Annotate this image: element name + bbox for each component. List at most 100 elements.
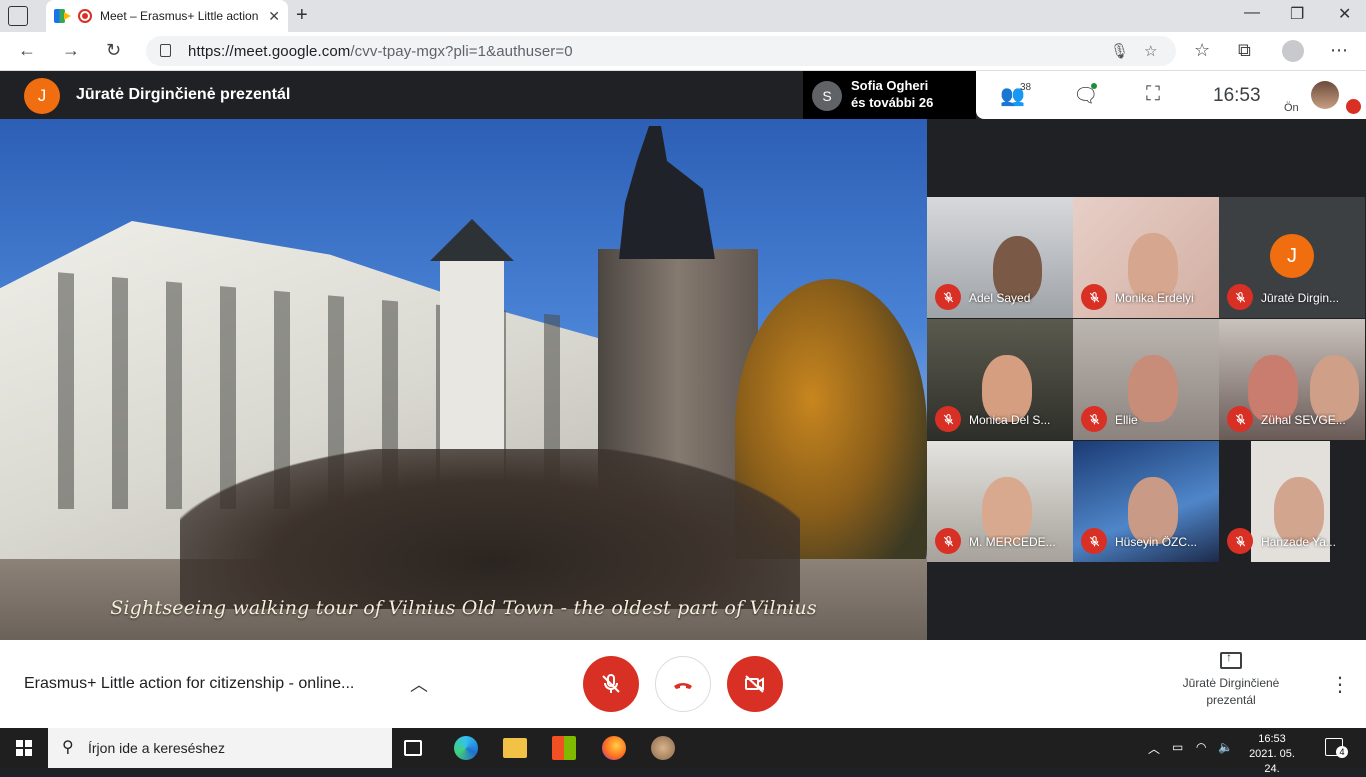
- meet-clock: 16:53: [1213, 85, 1261, 106]
- participant-name: M. MERCEDE...: [969, 535, 1056, 549]
- more-options-icon[interactable]: ⋮: [1330, 672, 1350, 697]
- participant-video: [982, 355, 1033, 422]
- participant-name: Jūratė Dirgin...: [1261, 291, 1340, 305]
- hang-up-icon: [674, 683, 692, 689]
- url-text[interactable]: https://meet.google.com/cvv-tpay-mgx?pli…: [188, 43, 573, 60]
- participant-tile[interactable]: Hanzade Ya...: [1219, 441, 1365, 562]
- muted-mic-icon: [935, 528, 961, 554]
- tab-actions-icon[interactable]: [8, 6, 28, 26]
- browser-menu-icon[interactable]: ⋯: [1330, 40, 1348, 61]
- participant-avatar: J: [1270, 234, 1314, 278]
- wifi-icon[interactable]: ◠: [1196, 740, 1206, 754]
- presentation-status[interactable]: Jūratė Dirginčienė prezentál: [1170, 650, 1292, 709]
- participant-tile[interactable]: Monika Erdelyi: [1073, 197, 1219, 318]
- store-icon[interactable]: [552, 736, 576, 760]
- muted-mic-icon: [935, 284, 961, 310]
- equestrian-statue: [619, 126, 715, 259]
- participant-video: [1274, 477, 1325, 544]
- firefox-icon[interactable]: [602, 736, 626, 760]
- notification-count: 4: [1336, 746, 1348, 758]
- back-arrow-icon[interactable]: ←: [18, 40, 36, 61]
- volume-icon[interactable]: 🔈: [1218, 740, 1233, 754]
- muted-mic-icon: [1227, 528, 1253, 554]
- participant-tile[interactable]: Monica Del S...: [927, 319, 1073, 440]
- google-meet-icon: [54, 9, 71, 23]
- participant-video: [1128, 355, 1179, 422]
- meeting-title[interactable]: Erasmus+ Little action for citizenship -…: [24, 675, 354, 693]
- presenting-title: Jūratė Dirginčienė prezentál: [76, 86, 291, 103]
- active-speaker-box[interactable]: S Sofia Ogheri és további 26: [803, 71, 976, 119]
- people-count: 38: [1020, 82, 1032, 93]
- camera-off-button[interactable]: [727, 656, 783, 712]
- participant-tile[interactable]: Adel Sayed: [927, 197, 1073, 318]
- speaker-name: Sofia Ogheri és további 26: [851, 78, 934, 110]
- participant-video: [1248, 355, 1298, 422]
- tab-close-icon[interactable]: ✕: [268, 8, 280, 25]
- collections-icon[interactable]: ⧉: [1238, 40, 1251, 61]
- participant-tile[interactable]: M. MERCEDE...: [927, 441, 1073, 562]
- meet-top-bar: J Jūratė Dirginčienė prezentál S Sofia O…: [0, 71, 1366, 119]
- participant-name: Hanzade Ya...: [1261, 535, 1336, 549]
- favorites-icon[interactable]: ☆: [1194, 40, 1210, 61]
- participant-name: Zühal SEVGE...: [1261, 413, 1346, 427]
- windows-start-icon[interactable]: [16, 740, 32, 756]
- participant-video: [1128, 477, 1179, 544]
- profile-avatar[interactable]: [1282, 40, 1304, 62]
- participant-video: [1309, 355, 1360, 422]
- forward-arrow-icon[interactable]: →: [62, 40, 80, 61]
- search-placeholder: Írjon ide a kereséshez: [88, 740, 225, 756]
- tab-title: Meet – Erasmus+ Little action for citize…: [100, 9, 260, 23]
- address-bar: ← → ↻ https://meet.google.com/cvv-tpay-m…: [0, 32, 1366, 71]
- group-of-people: [180, 449, 800, 609]
- reload-icon[interactable]: ↻: [106, 40, 121, 61]
- meet-tools-panel: 👥 38 🗨 ⛶ 16:53 Ön: [976, 71, 1366, 119]
- chat-notification-dot: [1091, 83, 1097, 89]
- self-video-thumbnail[interactable]: [1311, 81, 1339, 109]
- participant-name: Hüseyin ÖZC...: [1115, 535, 1198, 549]
- file-explorer-icon[interactable]: [503, 738, 527, 758]
- slide-caption: Sightseeing walking tour of Vilnius Old …: [110, 597, 817, 619]
- minimize-button[interactable]: —: [1244, 4, 1260, 22]
- taskbar-search[interactable]: ⚲ Írjon ide a kereséshez: [48, 728, 392, 768]
- present-screen-icon: [1220, 650, 1242, 669]
- activities-icon[interactable]: ⛶: [1146, 83, 1160, 106]
- maximize-button[interactable]: ❐: [1290, 4, 1304, 24]
- microphone-icon[interactable]: 🎙: [1110, 42, 1129, 60]
- participant-video: [1128, 233, 1179, 300]
- participant-tile[interactable]: J Jūratė Dirgin...: [1219, 197, 1365, 318]
- edge-browser-icon[interactable]: [454, 736, 478, 760]
- participant-name: Monika Erdelyi: [1115, 291, 1194, 305]
- paint-icon[interactable]: [651, 736, 675, 760]
- taskbar-clock[interactable]: 16:53 2021. 05. 24.: [1240, 732, 1304, 777]
- self-label: Ön: [1284, 102, 1299, 114]
- search-icon: ⚲: [62, 739, 74, 756]
- participant-tile[interactable]: Zühal SEVGE...: [1219, 319, 1365, 440]
- muted-mic-icon: [1227, 284, 1253, 310]
- camera-off-icon: [745, 675, 764, 693]
- participant-name: Ellie: [1115, 413, 1138, 427]
- speaker-avatar: S: [812, 81, 842, 111]
- leave-call-button[interactable]: [655, 656, 711, 712]
- muted-mic-icon: [1227, 406, 1253, 432]
- participant-tile[interactable]: Hüseyin ÖZC...: [1073, 441, 1219, 562]
- browser-tab-meet[interactable]: Meet – Erasmus+ Little action for citize…: [46, 0, 288, 32]
- present-label: Jūratė Dirginčienė prezentál: [1182, 676, 1280, 707]
- participant-name: Adel Sayed: [969, 291, 1031, 305]
- muted-mic-icon: [1081, 284, 1107, 310]
- participant-tile[interactable]: Ellie: [1073, 319, 1219, 440]
- muted-mic-icon: [1081, 406, 1107, 432]
- battery-icon[interactable]: ▭: [1172, 740, 1183, 754]
- meet-bottom-bar: Erasmus+ Little action for citizenship -…: [0, 640, 1366, 728]
- mic-off-icon: [602, 673, 620, 693]
- lock-icon[interactable]: [160, 44, 171, 57]
- mic-off-button[interactable]: [583, 656, 639, 712]
- new-tab-button[interactable]: +: [296, 4, 308, 27]
- task-view-icon[interactable]: [404, 740, 422, 756]
- show-hidden-icons[interactable]: ︿: [1148, 740, 1160, 757]
- url-omnibox[interactable]: https://meet.google.com/cvv-tpay-mgx?pli…: [146, 36, 1176, 66]
- add-favorite-icon[interactable]: ☆: [1144, 42, 1157, 60]
- chevron-up-icon[interactable]: ︿: [410, 671, 428, 697]
- close-window-button[interactable]: ✕: [1338, 4, 1351, 24]
- participant-name: Monica Del S...: [969, 413, 1051, 427]
- participant-video: [982, 477, 1033, 544]
